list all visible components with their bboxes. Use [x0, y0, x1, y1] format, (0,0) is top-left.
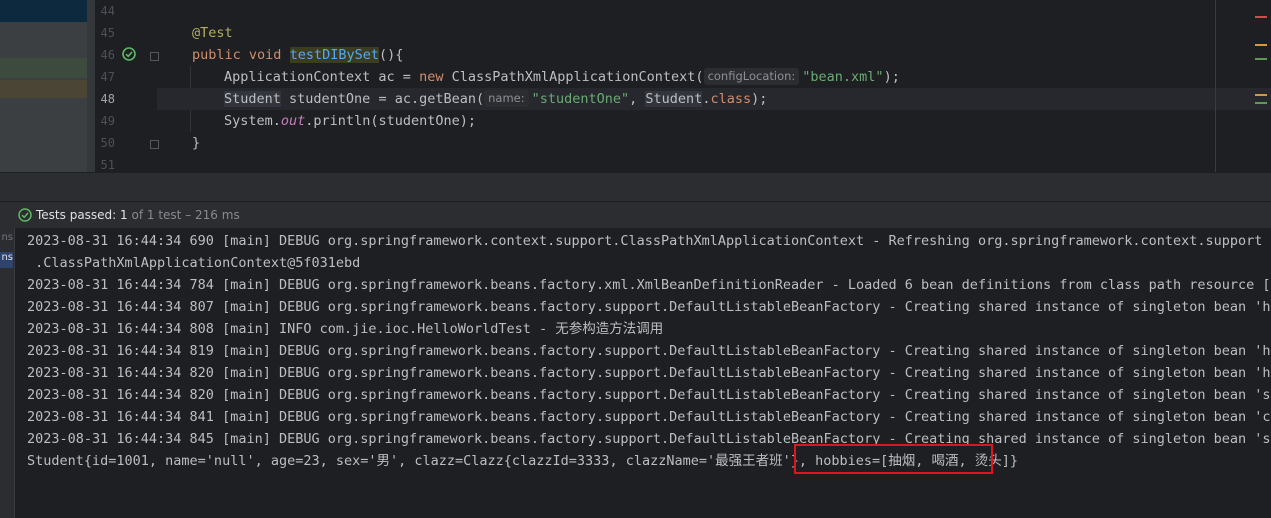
tests-duration: – 216 ms: [185, 208, 240, 222]
scroll-marker[interactable]: [1255, 58, 1267, 60]
keyword-token: public: [192, 47, 241, 63]
test-passed-run-icon[interactable]: [122, 47, 136, 61]
keyword-token: void: [248, 47, 282, 63]
right-margin-guide: [1215, 0, 1216, 172]
console-line: .ClassPathXmlApplicationContext@5f031ebd: [27, 255, 361, 271]
line-number: 51: [100, 158, 115, 172]
console-output[interactable]: 2023-08-31 16:44:34 690 [main] DEBUG org…: [15, 228, 1271, 518]
panel-splitter[interactable]: [0, 172, 1271, 202]
scroll-marker[interactable]: [1255, 16, 1267, 18]
run-tab[interactable]: ns: [0, 232, 13, 248]
annotation-token: @Test: [192, 25, 233, 41]
code-token: );: [883, 69, 900, 85]
keyword-token: class: [710, 91, 752, 107]
test-status-text: Tests passed: 1 of 1 test – 216 ms: [36, 208, 240, 222]
code-line-45: @Test: [157, 22, 1271, 44]
scroll-marker[interactable]: [1255, 44, 1267, 46]
code-area[interactable]: @Test public void testDIBySet(){ Applica…: [157, 0, 1271, 172]
code-line-48-current: Student studentOne = ac.getBean(name: "st…: [157, 88, 1271, 110]
tree-selection-block: [0, 0, 87, 22]
line-number: 44: [100, 4, 115, 18]
code-line-50: }: [157, 132, 1271, 154]
tests-passed-count: 1: [120, 208, 128, 222]
parameter-hint: name:: [484, 90, 529, 107]
line-number: 46: [100, 48, 115, 62]
console-line: 2023-08-31 16:44:34 808 [main] INFO com.…: [27, 321, 664, 337]
code-token: studentOne = ac.getBean(: [280, 91, 485, 107]
code-token: }: [192, 135, 201, 151]
field-token: out: [280, 113, 306, 129]
type-token: Student: [645, 91, 703, 107]
console-line: 2023-08-31 16:44:34 807 [main] DEBUG org…: [27, 299, 1271, 315]
code-token: );: [751, 91, 768, 107]
code-editor[interactable]: 44 45 46 47 48 49 50 51 @Test public voi…: [95, 0, 1271, 172]
code-token: ApplicationContext ac =: [224, 69, 420, 85]
check-circle-icon: [18, 208, 32, 222]
console-line: 2023-08-31 16:44:34 784 [main] DEBUG org…: [27, 277, 1271, 293]
tests-total: of 1 test: [131, 208, 182, 222]
run-left-tabs: ns ns: [0, 228, 15, 518]
parameter-hint: configLocation:: [703, 68, 800, 85]
line-number: 50: [100, 136, 115, 150]
method-name-token: testDIBySet: [289, 47, 379, 63]
run-tab-selected[interactable]: ns: [0, 252, 13, 268]
tests-passed-label: Tests passed:: [36, 208, 117, 222]
tree-modified-block: [0, 80, 95, 98]
console-line: 2023-08-31 16:44:34 845 [main] DEBUG org…: [27, 431, 1271, 447]
console-line: 2023-08-31 16:44:34 819 [main] DEBUG org…: [27, 343, 1271, 359]
editor-scrollbar-markers[interactable]: [1251, 0, 1271, 172]
string-token: "studentOne": [531, 91, 630, 107]
editor-gutter: 44 45 46 47 48 49 50 51: [95, 0, 159, 172]
code-line-49: System.out.println(studentOne);: [157, 110, 1271, 132]
console-line: 2023-08-31 16:44:34 841 [main] DEBUG org…: [27, 409, 1271, 425]
project-tree-strip: [0, 0, 95, 172]
console-line: 2023-08-31 16:44:34 820 [main] DEBUG org…: [27, 365, 1271, 381]
hobbies-highlight-box: [794, 444, 993, 474]
code-token: System.: [224, 113, 281, 129]
type-token: Student: [224, 91, 281, 107]
scroll-marker[interactable]: [1255, 94, 1267, 96]
console-line: 2023-08-31 16:44:34 820 [main] DEBUG org…: [27, 387, 1271, 403]
console-line: 2023-08-31 16:44:34 690 [main] DEBUG org…: [27, 233, 1263, 249]
test-status-bar: Tests passed: 1 of 1 test – 216 ms: [0, 201, 1271, 229]
tree-changed-block: [0, 58, 95, 78]
line-number: 47: [100, 70, 115, 84]
line-number: 45: [100, 26, 115, 40]
code-line-47: ApplicationContext ac = new ClassPathXml…: [157, 66, 1271, 88]
string-token: "bean.xml": [802, 69, 884, 85]
code-line-46: public void testDIBySet(){: [157, 44, 1271, 66]
code-token: .println(studentOne);: [305, 113, 476, 129]
line-number: 49: [100, 114, 115, 128]
code-token: (){: [378, 47, 404, 63]
keyword-token: new: [419, 69, 444, 85]
code-token: ,: [629, 91, 646, 107]
code-token: ClassPathXmlApplicationContext(: [443, 69, 704, 85]
line-number-current: 48: [100, 92, 115, 106]
scroll-marker[interactable]: [1255, 102, 1267, 104]
tree-divider: [87, 0, 95, 172]
